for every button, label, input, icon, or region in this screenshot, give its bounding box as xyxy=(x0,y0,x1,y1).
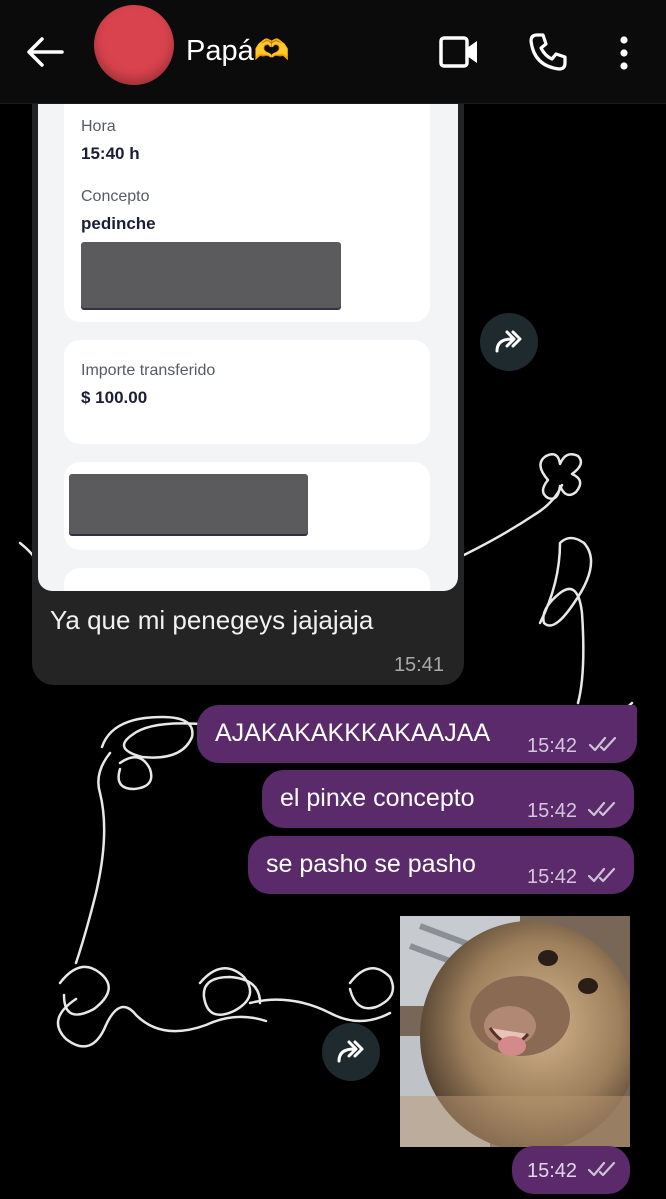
outgoing-message-bubble[interactable]: AJAKAKAKKKAKAAJAA 15:42 xyxy=(197,705,637,763)
read-receipt-icon xyxy=(588,801,616,817)
message-timestamp: 15:42 xyxy=(527,1160,578,1182)
contact-name[interactable]: Papá🫶 xyxy=(186,34,290,68)
outgoing-message-text: AJAKAKAKKKAKAAJAA xyxy=(215,719,491,747)
message-timestamp: 15:42 xyxy=(527,800,578,822)
redaction-block xyxy=(69,474,308,534)
redaction-block xyxy=(81,242,341,308)
importe-label: Importe transferido xyxy=(81,362,216,379)
monkey-photo-illustration xyxy=(400,916,630,1147)
forward-button[interactable] xyxy=(322,1023,380,1081)
avatar[interactable] xyxy=(94,5,174,85)
outgoing-message-bubble[interactable]: se pasho se pasho 15:42 xyxy=(248,836,634,894)
partial-card xyxy=(64,568,430,591)
detail-card: Hora 15:40 h Concepto pedinche xyxy=(64,92,430,322)
hora-value: 15:40 h xyxy=(81,144,140,163)
message-timestamp: 15:42 xyxy=(527,866,578,888)
shared-screenshot-image[interactable]: Hora 15:40 h Concepto pedinche Importe t… xyxy=(38,92,458,591)
back-arrow-icon[interactable] xyxy=(26,36,64,68)
message-timestamp: 15:42 xyxy=(527,735,578,757)
outgoing-message-bubble[interactable]: el pinxe concepto 15:42 xyxy=(262,770,634,828)
phone-icon[interactable] xyxy=(528,32,568,72)
amount-card: Importe transferido $ 100.00 xyxy=(64,340,430,444)
message-timestamp: 15:41 xyxy=(393,654,444,676)
forward-icon xyxy=(337,1040,364,1063)
forward-button[interactable] xyxy=(480,313,538,371)
outgoing-message-text: se pasho se pasho xyxy=(266,850,476,878)
concepto-label: Concepto xyxy=(81,188,150,205)
media-timestamp-bubble: 15:42 xyxy=(512,1146,630,1194)
importe-value: $ 100.00 xyxy=(81,388,148,407)
redacted-card xyxy=(64,462,430,550)
read-receipt-icon xyxy=(589,736,617,752)
video-call-icon[interactable] xyxy=(438,34,480,70)
forward-icon xyxy=(495,330,522,353)
read-receipt-icon xyxy=(588,867,616,883)
shared-monkey-photo[interactable] xyxy=(400,916,630,1147)
incoming-message-bubble[interactable]: Hora 15:40 h Concepto pedinche Importe t… xyxy=(32,92,464,685)
outgoing-message-text: el pinxe concepto xyxy=(280,784,475,812)
chat-header: Papá🫶 xyxy=(0,0,666,104)
hora-label: Hora xyxy=(81,118,116,135)
incoming-message-text: Ya que mi penegeys jajajaja xyxy=(50,605,374,635)
more-vert-icon[interactable] xyxy=(614,34,634,74)
concepto-value: pedinche xyxy=(81,214,156,233)
read-receipt-icon xyxy=(588,1161,616,1177)
